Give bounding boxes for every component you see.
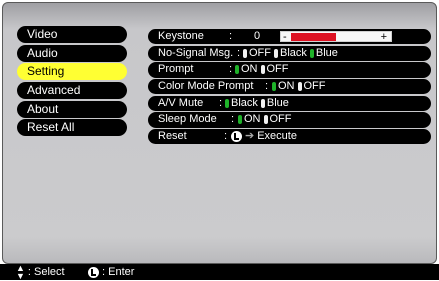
menu-item-setting[interactable]: Setting [17,63,127,81]
sleep-mode-sep: : [231,113,235,126]
sleep-mode-option-on[interactable]: ON [244,112,261,127]
selected-indicator-icon [225,98,229,108]
menu-item-audio[interactable]: Audio [17,44,127,62]
option-indicator-icon [260,98,265,108]
selected-indicator-icon [238,115,242,125]
keystone-plus: + [380,31,387,43]
menu-item-reset-all[interactable]: Reset All [17,119,127,137]
reset-execute-button[interactable]: Execute [257,129,297,144]
av-mute-option-black[interactable]: Black [231,96,258,111]
color-mode-prompt-option-on[interactable]: ON [278,79,295,94]
menu-item-video[interactable]: Video [17,26,127,43]
selected-indicator-icon [272,82,276,92]
keystone-label: Keystone [158,30,204,42]
color-mode-prompt-option-off[interactable]: OFF [304,79,326,94]
color-mode-prompt-row[interactable]: Color Mode Prompt : ON OFF [148,79,431,95]
settings-panel: Keystone : 0 - + No-Signal Msg. : OFF Bl… [148,29,431,146]
reset-label: Reset [158,130,187,143]
av-mute-row[interactable]: A/V Mute : Black Blue [148,95,431,111]
right-arrow-icon: ➔ [245,130,255,143]
keystone-minus: - [283,31,287,43]
enter-icon [231,131,242,143]
option-indicator-icon [260,65,265,75]
keystone-value: 0 [254,30,261,42]
option-indicator-icon [297,82,302,92]
no-signal-row[interactable]: No-Signal Msg. : OFF Black Blue [148,45,431,61]
av-mute-option-blue[interactable]: Blue [267,96,289,111]
no-signal-option-black[interactable]: Black [280,46,307,61]
option-indicator-icon [263,115,268,125]
up-down-arrows-icon: ▲ ▼ [16,263,25,281]
keystone-row[interactable]: Keystone : 0 - + [148,29,431,45]
selected-indicator-icon [309,48,314,58]
color-mode-prompt-sep: : [265,80,269,93]
enter-icon [88,266,99,278]
selected-indicator-icon [235,65,239,75]
sleep-mode-option-off[interactable]: OFF [270,112,292,127]
prompt-row[interactable]: Prompt : ON OFF [148,62,431,78]
no-signal-label: No-Signal Msg. [158,46,234,59]
keystone-sep: : [229,30,233,42]
option-indicator-icon [243,48,247,58]
prompt-option-on[interactable]: ON [241,62,258,77]
reset-sep: : [224,130,228,143]
reset-row[interactable]: Reset : ➔ Execute [148,129,431,145]
keystone-slider[interactable]: - + [280,31,392,43]
sleep-mode-row[interactable]: Sleep Mode : ON OFF [148,112,431,128]
keystone-slider-fill [291,33,336,41]
prompt-option-off[interactable]: OFF [267,62,289,77]
av-mute-label: A/V Mute [158,96,204,109]
option-indicator-icon [274,48,278,58]
menu-item-about[interactable]: About [17,100,127,118]
enter-hint: : Enter [102,266,135,278]
color-mode-prompt-label: Color Mode Prompt [158,80,254,93]
main-menu: Video Audio Setting Advanced About Reset… [17,26,127,138]
help-bar: ▲ ▼ : Select : Enter [0,263,439,281]
no-signal-option-blue[interactable]: Blue [316,46,338,61]
select-hint: : Select [27,266,65,278]
menu-item-advanced[interactable]: Advanced [17,82,127,100]
sleep-mode-label: Sleep Mode [158,113,217,126]
prompt-label: Prompt [158,63,194,76]
no-signal-option-off[interactable]: OFF [249,46,271,61]
